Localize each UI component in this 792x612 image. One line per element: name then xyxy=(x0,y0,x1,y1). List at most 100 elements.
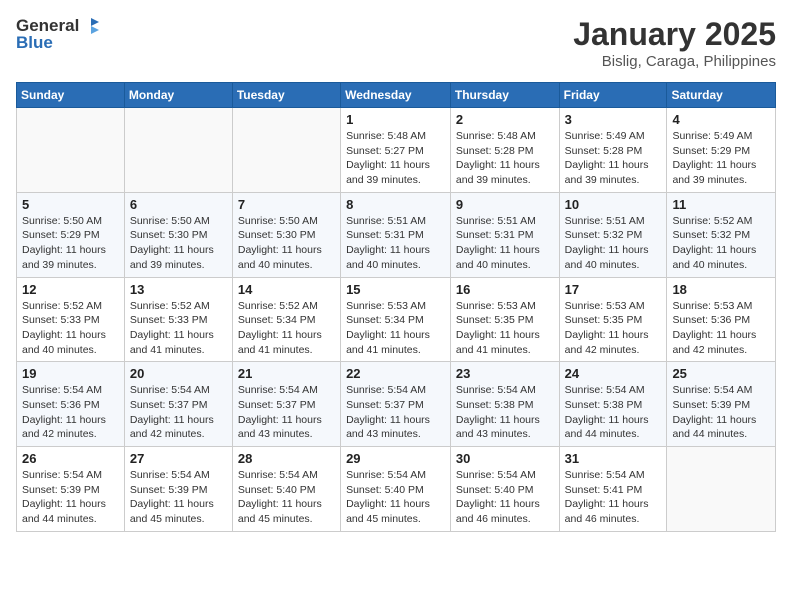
daylight-text: Daylight: 11 hours and 39 minutes. xyxy=(565,159,649,186)
daylight-text: Daylight: 11 hours and 42 minutes. xyxy=(22,414,106,441)
day-info: Sunrise: 5:54 AM Sunset: 5:40 PM Dayligh… xyxy=(456,468,554,527)
sunrise-text: Sunrise: 5:54 AM xyxy=(130,469,210,481)
daylight-text: Daylight: 11 hours and 43 minutes. xyxy=(238,414,322,441)
day-info: Sunrise: 5:50 AM Sunset: 5:30 PM Dayligh… xyxy=(238,214,335,273)
calendar-table: Sunday Monday Tuesday Wednesday Thursday… xyxy=(16,82,776,532)
table-row: 23 Sunrise: 5:54 AM Sunset: 5:38 PM Dayl… xyxy=(450,362,559,447)
day-info: Sunrise: 5:53 AM Sunset: 5:34 PM Dayligh… xyxy=(346,299,445,358)
weekday-header-row: Sunday Monday Tuesday Wednesday Thursday… xyxy=(17,83,776,108)
sunrise-text: Sunrise: 5:54 AM xyxy=(22,469,102,481)
day-info: Sunrise: 5:54 AM Sunset: 5:40 PM Dayligh… xyxy=(238,468,335,527)
table-row: 10 Sunrise: 5:51 AM Sunset: 5:32 PM Dayl… xyxy=(559,192,667,277)
table-row: 15 Sunrise: 5:53 AM Sunset: 5:34 PM Dayl… xyxy=(341,277,451,362)
sunrise-text: Sunrise: 5:48 AM xyxy=(346,130,426,142)
header-thursday: Thursday xyxy=(450,83,559,108)
day-number: 1 xyxy=(346,112,445,127)
table-row: 26 Sunrise: 5:54 AM Sunset: 5:39 PM Dayl… xyxy=(17,447,125,532)
day-info: Sunrise: 5:51 AM Sunset: 5:31 PM Dayligh… xyxy=(456,214,554,273)
sunset-text: Sunset: 5:40 PM xyxy=(346,484,424,496)
header-monday: Monday xyxy=(124,83,232,108)
sunrise-text: Sunrise: 5:50 AM xyxy=(22,215,102,227)
sunset-text: Sunset: 5:37 PM xyxy=(130,399,208,411)
day-info: Sunrise: 5:54 AM Sunset: 5:37 PM Dayligh… xyxy=(130,383,227,442)
daylight-text: Daylight: 11 hours and 41 minutes. xyxy=(456,329,540,356)
day-info: Sunrise: 5:53 AM Sunset: 5:35 PM Dayligh… xyxy=(565,299,662,358)
day-number: 24 xyxy=(565,366,662,381)
sunrise-text: Sunrise: 5:54 AM xyxy=(672,384,752,396)
sunset-text: Sunset: 5:32 PM xyxy=(565,229,643,241)
sunset-text: Sunset: 5:35 PM xyxy=(565,314,643,326)
table-row: 16 Sunrise: 5:53 AM Sunset: 5:35 PM Dayl… xyxy=(450,277,559,362)
day-number: 5 xyxy=(22,197,119,212)
sunset-text: Sunset: 5:37 PM xyxy=(238,399,316,411)
sunrise-text: Sunrise: 5:54 AM xyxy=(238,469,318,481)
daylight-text: Daylight: 11 hours and 46 minutes. xyxy=(456,498,540,525)
day-info: Sunrise: 5:52 AM Sunset: 5:33 PM Dayligh… xyxy=(130,299,227,358)
daylight-text: Daylight: 11 hours and 44 minutes. xyxy=(565,414,649,441)
sunset-text: Sunset: 5:38 PM xyxy=(456,399,534,411)
daylight-text: Daylight: 11 hours and 44 minutes. xyxy=(22,498,106,525)
sunrise-text: Sunrise: 5:53 AM xyxy=(346,300,426,312)
sunrise-text: Sunrise: 5:53 AM xyxy=(672,300,752,312)
sunrise-text: Sunrise: 5:50 AM xyxy=(238,215,318,227)
daylight-text: Daylight: 11 hours and 39 minutes. xyxy=(346,159,430,186)
sunset-text: Sunset: 5:39 PM xyxy=(22,484,100,496)
table-row: 25 Sunrise: 5:54 AM Sunset: 5:39 PM Dayl… xyxy=(667,362,776,447)
sunset-text: Sunset: 5:33 PM xyxy=(130,314,208,326)
daylight-text: Daylight: 11 hours and 40 minutes. xyxy=(456,244,540,271)
day-number: 23 xyxy=(456,366,554,381)
sunrise-text: Sunrise: 5:51 AM xyxy=(456,215,536,227)
daylight-text: Daylight: 11 hours and 42 minutes. xyxy=(565,329,649,356)
table-row: 14 Sunrise: 5:52 AM Sunset: 5:34 PM Dayl… xyxy=(232,277,340,362)
day-number: 8 xyxy=(346,197,445,212)
table-row xyxy=(667,447,776,532)
calendar-week-row: 26 Sunrise: 5:54 AM Sunset: 5:39 PM Dayl… xyxy=(17,447,776,532)
day-info: Sunrise: 5:49 AM Sunset: 5:28 PM Dayligh… xyxy=(565,129,662,188)
table-row: 21 Sunrise: 5:54 AM Sunset: 5:37 PM Dayl… xyxy=(232,362,340,447)
day-info: Sunrise: 5:52 AM Sunset: 5:34 PM Dayligh… xyxy=(238,299,335,358)
header-sunday: Sunday xyxy=(17,83,125,108)
table-row xyxy=(232,108,340,193)
daylight-text: Daylight: 11 hours and 40 minutes. xyxy=(346,244,430,271)
sunset-text: Sunset: 5:28 PM xyxy=(565,145,643,157)
table-row: 28 Sunrise: 5:54 AM Sunset: 5:40 PM Dayl… xyxy=(232,447,340,532)
table-row: 19 Sunrise: 5:54 AM Sunset: 5:36 PM Dayl… xyxy=(17,362,125,447)
day-number: 3 xyxy=(565,112,662,127)
location-title: Bislig, Caraga, Philippines xyxy=(573,53,776,70)
calendar-week-row: 19 Sunrise: 5:54 AM Sunset: 5:36 PM Dayl… xyxy=(17,362,776,447)
day-info: Sunrise: 5:53 AM Sunset: 5:35 PM Dayligh… xyxy=(456,299,554,358)
sunrise-text: Sunrise: 5:54 AM xyxy=(22,384,102,396)
daylight-text: Daylight: 11 hours and 39 minutes. xyxy=(672,159,756,186)
header-saturday: Saturday xyxy=(667,83,776,108)
table-row: 20 Sunrise: 5:54 AM Sunset: 5:37 PM Dayl… xyxy=(124,362,232,447)
sunrise-text: Sunrise: 5:54 AM xyxy=(456,384,536,396)
sunrise-text: Sunrise: 5:52 AM xyxy=(22,300,102,312)
day-info: Sunrise: 5:51 AM Sunset: 5:31 PM Dayligh… xyxy=(346,214,445,273)
sunset-text: Sunset: 5:33 PM xyxy=(22,314,100,326)
day-info: Sunrise: 5:50 AM Sunset: 5:30 PM Dayligh… xyxy=(130,214,227,273)
sunset-text: Sunset: 5:40 PM xyxy=(238,484,316,496)
day-number: 30 xyxy=(456,451,554,466)
table-row: 2 Sunrise: 5:48 AM Sunset: 5:28 PM Dayli… xyxy=(450,108,559,193)
day-number: 9 xyxy=(456,197,554,212)
day-number: 26 xyxy=(22,451,119,466)
day-number: 4 xyxy=(672,112,770,127)
table-row: 8 Sunrise: 5:51 AM Sunset: 5:31 PM Dayli… xyxy=(341,192,451,277)
logo-blue: Blue xyxy=(16,34,101,53)
sunset-text: Sunset: 5:32 PM xyxy=(672,229,750,241)
day-info: Sunrise: 5:48 AM Sunset: 5:27 PM Dayligh… xyxy=(346,129,445,188)
day-info: Sunrise: 5:54 AM Sunset: 5:38 PM Dayligh… xyxy=(456,383,554,442)
calendar-week-row: 1 Sunrise: 5:48 AM Sunset: 5:27 PM Dayli… xyxy=(17,108,776,193)
sunset-text: Sunset: 5:35 PM xyxy=(456,314,534,326)
sunset-text: Sunset: 5:36 PM xyxy=(22,399,100,411)
table-row: 11 Sunrise: 5:52 AM Sunset: 5:32 PM Dayl… xyxy=(667,192,776,277)
table-row: 4 Sunrise: 5:49 AM Sunset: 5:29 PM Dayli… xyxy=(667,108,776,193)
table-row: 27 Sunrise: 5:54 AM Sunset: 5:39 PM Dayl… xyxy=(124,447,232,532)
table-row xyxy=(17,108,125,193)
table-row: 6 Sunrise: 5:50 AM Sunset: 5:30 PM Dayli… xyxy=(124,192,232,277)
table-row: 22 Sunrise: 5:54 AM Sunset: 5:37 PM Dayl… xyxy=(341,362,451,447)
day-info: Sunrise: 5:54 AM Sunset: 5:39 PM Dayligh… xyxy=(130,468,227,527)
sunrise-text: Sunrise: 5:54 AM xyxy=(346,384,426,396)
day-info: Sunrise: 5:54 AM Sunset: 5:37 PM Dayligh… xyxy=(346,383,445,442)
sunrise-text: Sunrise: 5:54 AM xyxy=(565,469,645,481)
